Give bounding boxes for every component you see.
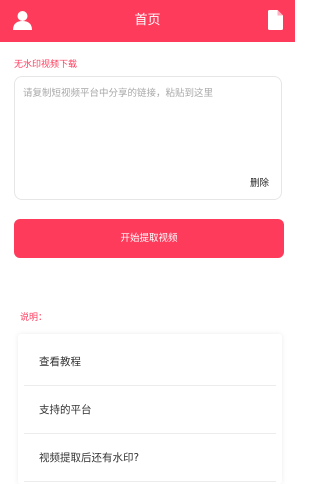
list-item-watermark-faq[interactable]: 视频提取后还有水印?: [24, 434, 276, 482]
page-title: 首页: [134, 13, 161, 28]
list-item-platforms[interactable]: 支持的平台: [24, 386, 276, 434]
document-icon[interactable]: [268, 10, 283, 30]
list-item-tutorial[interactable]: 查看教程: [24, 338, 276, 386]
link-input-card: 删除: [14, 76, 282, 200]
download-section-label: 无水印视频下载: [14, 60, 78, 70]
link-input[interactable]: [23, 85, 275, 169]
top-bar: 首页: [0, 0, 295, 42]
notes-label: 说明：: [20, 313, 48, 323]
start-extract-button[interactable]: 开始提取视频: [14, 219, 284, 258]
delete-button[interactable]: 删除: [250, 175, 269, 189]
notes-list: 查看教程 支持的平台 视频提取后还有水印?: [18, 334, 282, 484]
